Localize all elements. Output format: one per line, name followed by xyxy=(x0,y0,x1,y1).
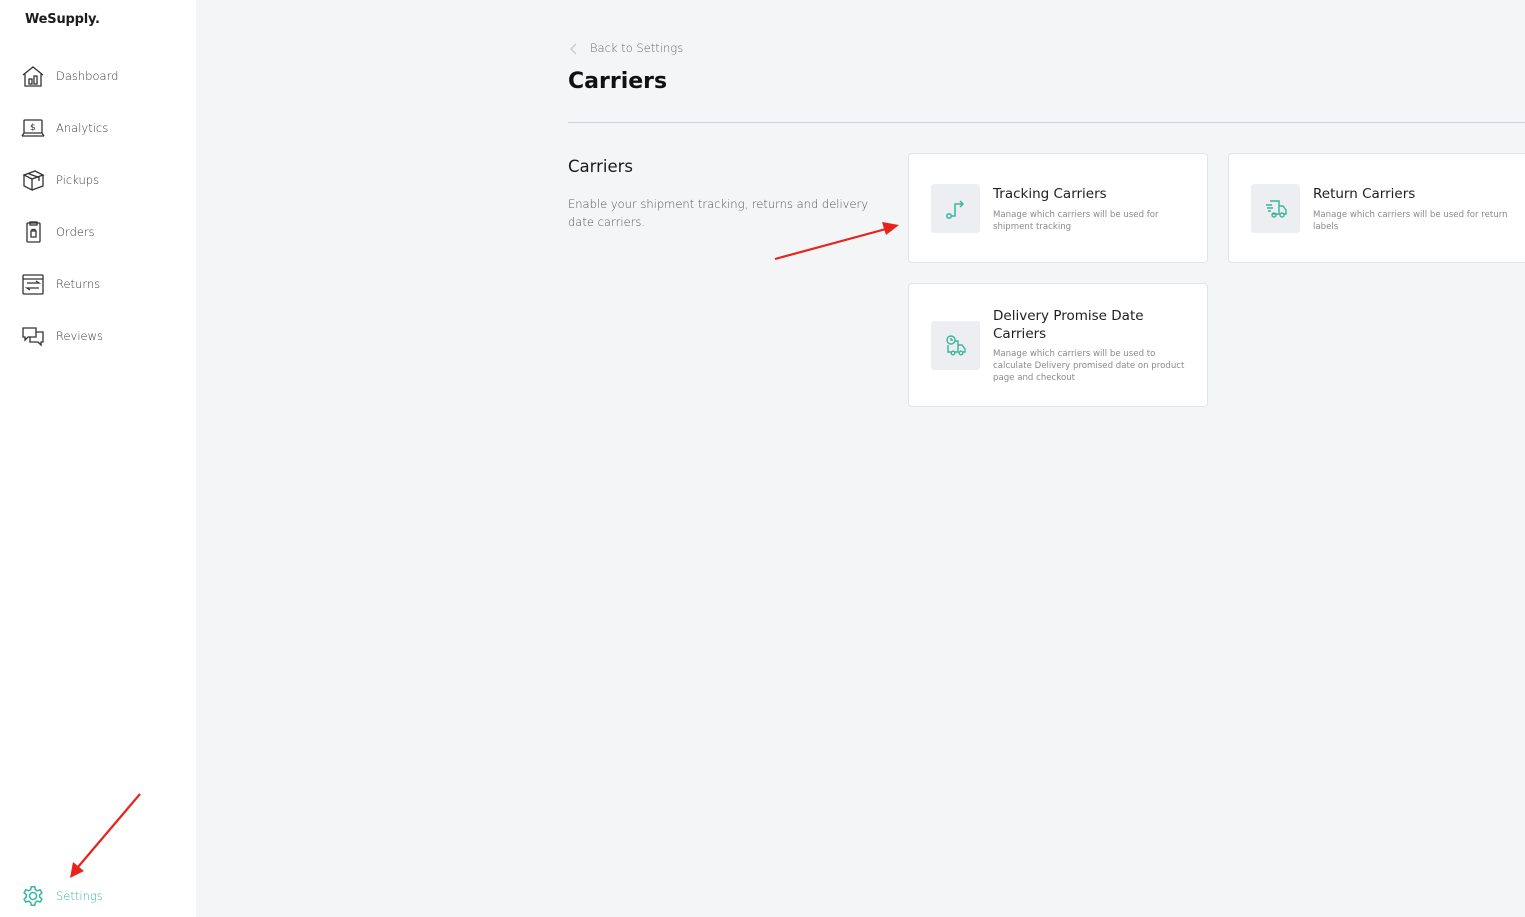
return-carriers-card[interactable]: Return Carriers Manage which carriers wi… xyxy=(1228,153,1525,263)
box-icon xyxy=(20,167,46,193)
sidebar-item-label: Analytics xyxy=(56,121,109,135)
app-logo[interactable]: WeSupply. xyxy=(25,12,100,27)
sidebar-item-label: Returns xyxy=(56,277,101,291)
card-description: Manage which carriers will be used for s… xyxy=(993,210,1159,232)
truck-clock-icon xyxy=(931,321,980,370)
sidebar-item-settings[interactable]: Settings xyxy=(20,881,180,911)
sidebar-item-pickups[interactable]: Pickups xyxy=(20,165,180,195)
sidebar-item-returns[interactable]: Returns xyxy=(20,269,180,299)
chat-icon xyxy=(20,323,46,349)
sidebar-item-label: Settings xyxy=(56,889,103,903)
card-title: Delivery Promise Date Carriers xyxy=(993,308,1144,342)
back-to-settings-link[interactable]: Back to Settings xyxy=(568,41,683,55)
back-link-label: Back to Settings xyxy=(590,41,684,55)
card-description: Manage which carriers will be used to ca… xyxy=(993,349,1185,383)
returns-icon xyxy=(20,271,46,297)
svg-text:$: $ xyxy=(30,123,36,133)
card-title: Return Carriers xyxy=(1313,186,1416,202)
sidebar: WeSupply. Dashboard $ Analytics Pickups xyxy=(0,0,196,917)
delivery-promise-date-carriers-card[interactable]: Delivery Promise Date Carriers Manage wh… xyxy=(908,283,1208,407)
dashboard-icon xyxy=(20,63,46,89)
sidebar-item-label: Dashboard xyxy=(56,69,119,83)
page-title: Carriers xyxy=(568,69,668,94)
section-title: Carriers xyxy=(568,157,634,176)
sidebar-item-label: Orders xyxy=(56,225,95,239)
gear-icon xyxy=(20,883,46,909)
card-description: Manage which carriers will be used for r… xyxy=(1313,210,1508,232)
sidebar-item-analytics[interactable]: $ Analytics xyxy=(20,113,180,143)
section-description: Enable your shipment tracking, returns a… xyxy=(568,197,869,229)
annotation-arrows xyxy=(70,222,899,878)
sidebar-item-orders[interactable]: Orders xyxy=(20,217,180,247)
sidebar-item-dashboard[interactable]: Dashboard xyxy=(20,61,180,91)
sidebar-item-label: Pickups xyxy=(56,173,100,187)
chevron-left-icon xyxy=(568,41,580,55)
tracking-carriers-card[interactable]: Tracking Carriers Manage which carriers … xyxy=(908,153,1208,263)
sidebar-item-reviews[interactable]: Reviews xyxy=(20,321,180,351)
clipboard-icon xyxy=(20,219,46,245)
analytics-icon: $ xyxy=(20,115,46,141)
header-divider xyxy=(568,122,1525,123)
card-title: Tracking Carriers xyxy=(993,186,1107,202)
route-icon xyxy=(931,184,980,233)
sidebar-item-label: Reviews xyxy=(56,329,104,343)
delivery-truck-icon xyxy=(1251,184,1300,233)
